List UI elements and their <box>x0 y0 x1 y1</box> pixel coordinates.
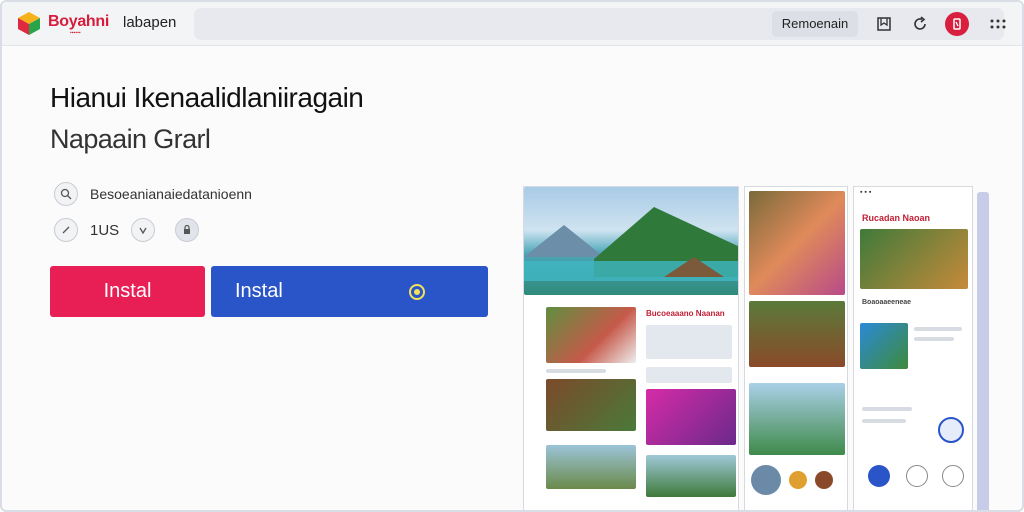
check-icon[interactable] <box>131 218 156 242</box>
card-title-3: Boaoaaeeneae <box>862 299 912 306</box>
info-box-2 <box>646 367 732 383</box>
profile-photo <box>860 323 908 369</box>
article-panel: Bucoeaaano Naanan <box>642 295 738 510</box>
brand-tagline: ▪▪▪▪▪▪ <box>70 30 81 36</box>
women-photo <box>749 191 845 295</box>
text-line-4 <box>862 407 912 411</box>
install-button[interactable]: Instal <box>50 266 205 317</box>
install-secondary-label: Instal <box>235 280 283 302</box>
tab-label[interactable]: labapen <box>123 14 176 31</box>
explore-nav-icon[interactable] <box>906 465 928 487</box>
description-text: Besoeanianaiedatanioenn <box>90 186 252 202</box>
home-nav-icon[interactable] <box>868 465 890 487</box>
status-bar: ▪ ▪ ▪ <box>860 189 872 196</box>
logo-icon <box>18 12 40 35</box>
menu-icon[interactable] <box>987 13 1009 35</box>
avatar-small <box>789 471 807 489</box>
refresh-icon[interactable] <box>909 13 931 35</box>
screenshot-3[interactable]: ▪ ▪ ▪ Rucadan Naoan Boaoaaeeneae <box>853 186 973 510</box>
search-icon[interactable] <box>54 182 78 206</box>
house-photo <box>546 379 636 431</box>
top-bar: Boyahni ▪▪▪▪▪▪ labapen Remoenain <box>2 2 1022 46</box>
card-title-2: Bucoeaaano Naanan <box>646 309 725 318</box>
screenshot-gallery[interactable]: Bucoeaaano Naanan ▪ ▪ ▪ Rucadan Naoan Bo… <box>523 186 989 510</box>
text-line-2 <box>914 327 962 331</box>
screenshot-1[interactable]: Bucoeaaano Naanan <box>523 186 739 510</box>
mountain-photo <box>646 455 736 497</box>
landscape-photo <box>524 187 738 295</box>
people-photo <box>546 307 636 363</box>
rating-text: 1US <box>90 221 120 239</box>
avatar-photo <box>751 465 781 495</box>
profile-nav-icon[interactable] <box>942 465 964 487</box>
badge-icon <box>938 417 964 443</box>
gallery-scrollbar[interactable] <box>977 192 989 510</box>
palm-photo <box>749 383 845 455</box>
user-avatar[interactable] <box>945 12 969 36</box>
feed-panel <box>542 295 640 510</box>
text-line-3 <box>914 337 954 341</box>
app-title: Hianui Ikenaalidlaniiragain <box>50 82 364 113</box>
info-box <box>646 325 732 359</box>
screenshot-2[interactable] <box>744 186 848 510</box>
action-button[interactable]: Remoenain <box>772 11 858 37</box>
text-line <box>546 369 606 373</box>
app-window: Boyahni ▪▪▪▪▪▪ labapen Remoenain Hianui … <box>0 0 1024 512</box>
share-icon[interactable] <box>54 218 78 242</box>
card-title-1: Rucadan Naoan <box>862 213 931 223</box>
developer-name[interactable]: Napaain Grarl <box>50 124 211 155</box>
sparkle-icon <box>409 284 425 300</box>
rating-row: 1US <box>54 218 200 242</box>
hills-photo <box>546 445 636 489</box>
lock-icon[interactable] <box>175 218 200 242</box>
install-secondary-button[interactable]: Instal <box>211 266 488 317</box>
portrait-photo <box>646 389 736 445</box>
farmer-photo <box>860 229 968 289</box>
brand-name[interactable]: Boyahni <box>48 13 109 31</box>
bookmark-icon[interactable] <box>873 13 895 35</box>
village-photo <box>749 301 845 367</box>
text-line-5 <box>862 419 906 423</box>
avatar-small-2 <box>815 471 833 489</box>
description-row: Besoeanianaiedatanioenn <box>54 182 252 206</box>
